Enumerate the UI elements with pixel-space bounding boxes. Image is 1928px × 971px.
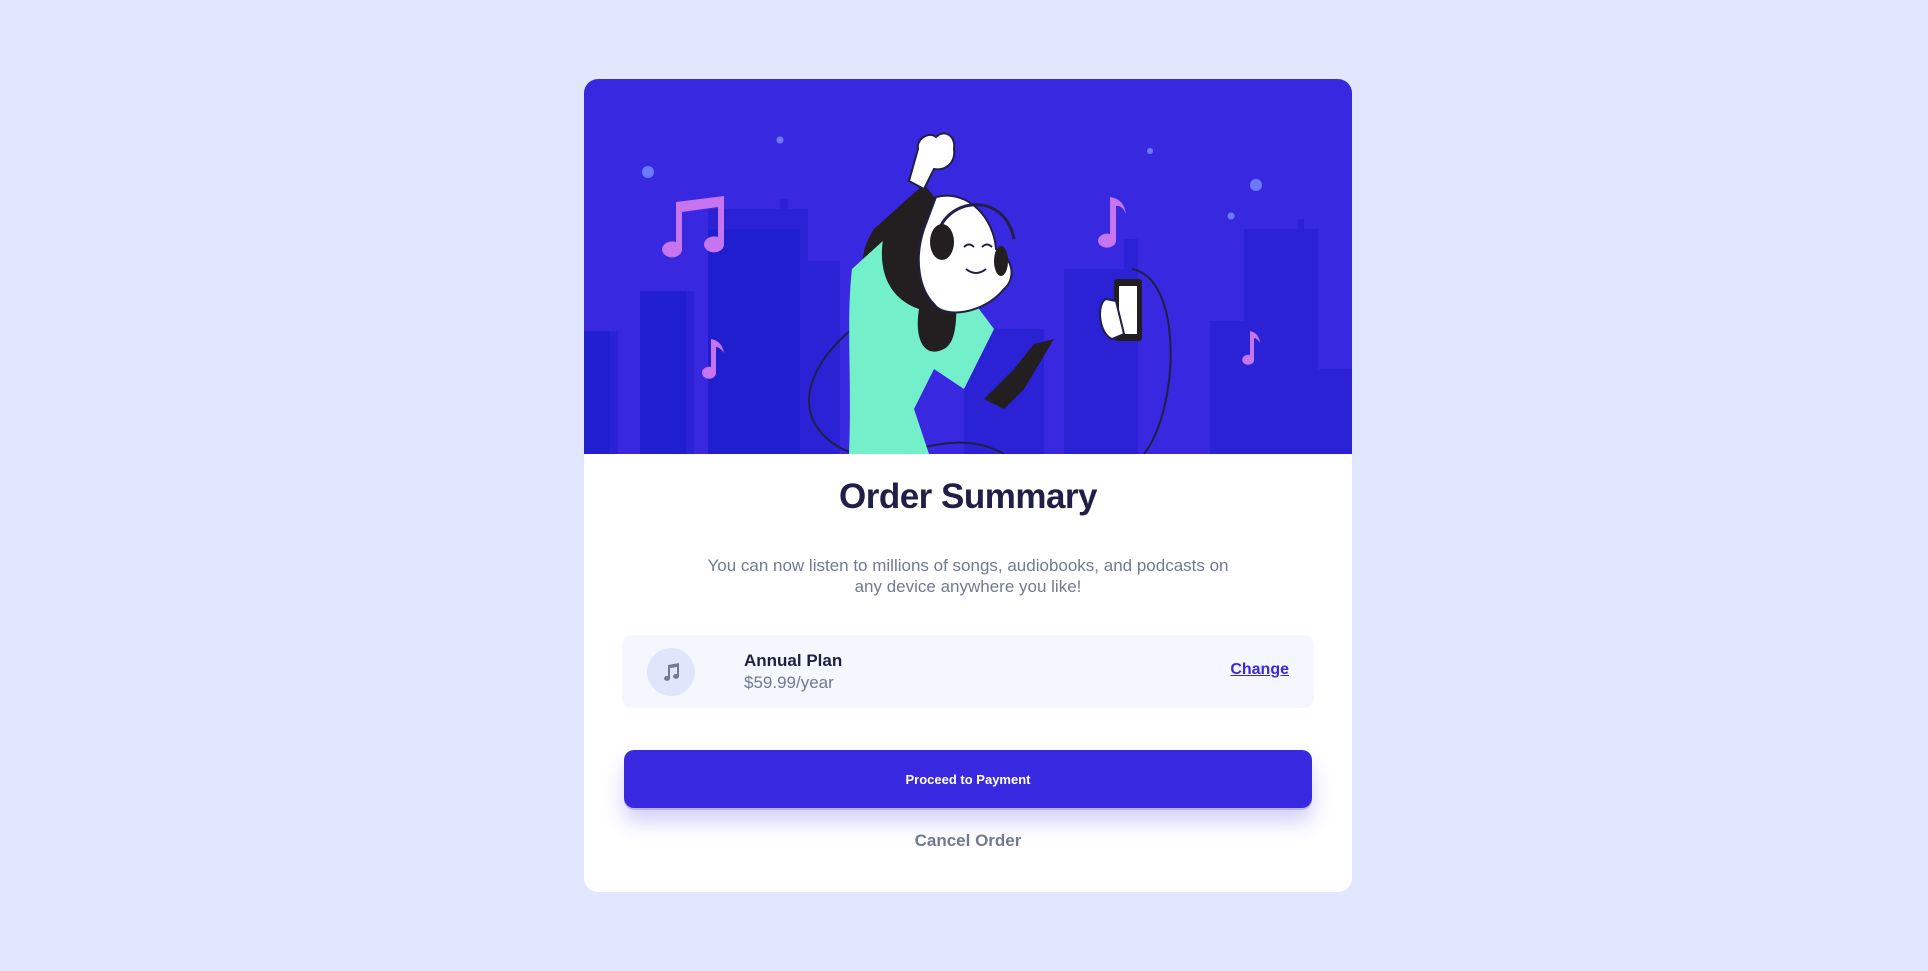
plan-price: $59.99/year (744, 673, 834, 692)
cancel-order-button[interactable]: Cancel Order (584, 831, 1352, 851)
order-summary-card: Order Summary You can now listen to mill… (584, 79, 1352, 892)
change-plan-link[interactable]: Change (1230, 661, 1289, 679)
hero-illustration (584, 79, 1352, 454)
plan-name: Annual Plan (744, 651, 843, 670)
order-description: You can now listen to millions of songs,… (707, 556, 1229, 596)
proceed-to-payment-button[interactable]: Proceed to Payment (624, 750, 1312, 808)
music-note-icon (647, 648, 695, 696)
page-title: Order Summary (838, 477, 1098, 516)
plan-summary: Annual Plan $59.99/year Change (622, 635, 1314, 708)
